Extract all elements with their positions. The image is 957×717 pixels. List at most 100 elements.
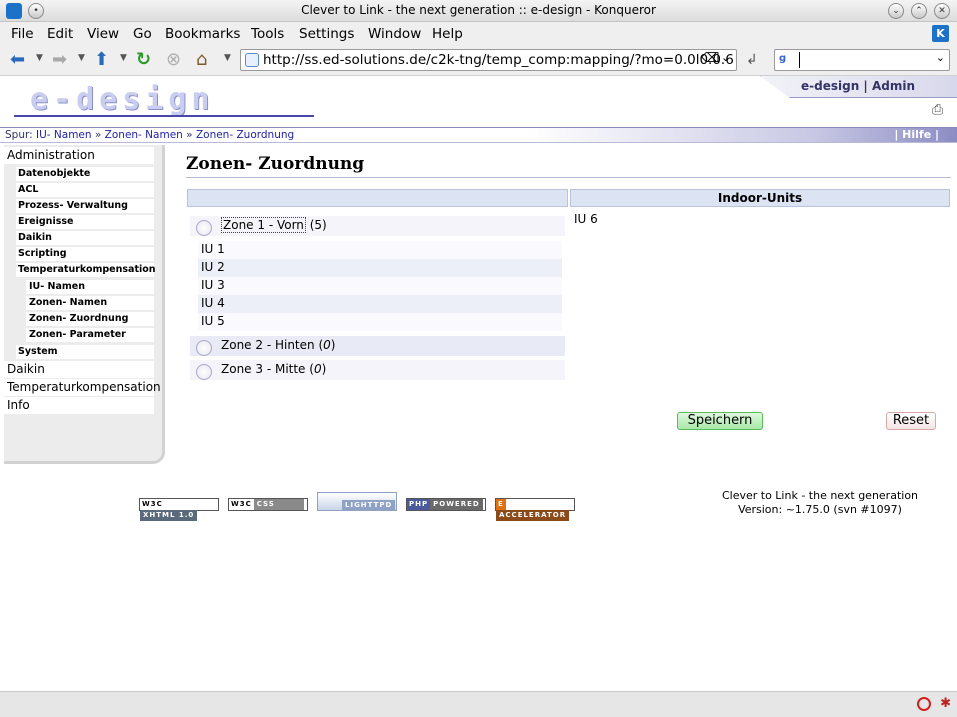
logo-underline [14,115,314,117]
sidebar-item-info[interactable]: Info [4,397,154,414]
sidebar-item-acl[interactable]: ACL [16,183,154,197]
menu-view[interactable]: View [87,26,119,42]
zones-column-header [187,189,568,207]
zone-label[interactable]: Zone 2 - Hinten [221,338,315,352]
sidebar-item-system[interactable]: System [16,345,154,359]
zone-row-1[interactable]: Zone 1 - Vorn (5) [190,216,565,236]
minimize-button[interactable]: ⌄ [888,3,904,19]
footer-version: Clever to Link - the next generation Ver… [700,489,940,517]
list-item[interactable]: IU 5 [198,313,562,331]
url-history-chevron-icon[interactable]: ⌄ [721,51,730,64]
zone-label[interactable]: Zone 1 - Vorn [221,217,306,233]
up-chevron-icon[interactable]: ▼ [120,53,127,63]
lighttpd-badge[interactable]: LIGHTTPD [317,492,397,511]
indoor-units-column-header: Indoor-Units [570,189,950,207]
unassigned-unit[interactable]: IU 6 [574,212,598,226]
google-search-icon[interactable]: g [779,53,793,67]
bug-icon[interactable]: ✱ [940,696,951,711]
sidebar-item-zonen-zuordnung[interactable]: Zonen- Zuordnung [26,312,154,326]
stop-icon[interactable]: ⊗ [166,49,181,71]
maximize-button[interactable]: ⌃ [911,3,927,19]
badge-left: W3C [229,499,254,510]
url-field[interactable]: http://ss.ed-solutions.de/c2k-tng/temp_c… [240,49,737,71]
breadcrumb-iu-namen[interactable]: IU- Namen [36,129,92,141]
site-header: e-design e-design | Admin ⎙ [0,76,957,126]
menubar: File Edit View Go Bookmarks Tools Settin… [0,22,957,45]
w3c-xhtml-badge[interactable]: W3CXHTML 1.0 [139,498,219,521]
w3c-css-badge[interactable]: W3C CSS [228,498,308,511]
back-history-chevron-icon[interactable]: ▼ [36,53,43,63]
sidebar-item-iu-namen[interactable]: IU- Namen [26,280,154,294]
admin-tab[interactable]: e-design | Admin [760,76,957,98]
save-button[interactable]: Speichern [677,412,763,430]
forward-history-chevron-icon[interactable]: ▼ [78,53,85,63]
search-engine-chevron-icon[interactable]: ⌄ [936,51,945,64]
sidebar-item-prozess-verwaltung[interactable]: Prozess- Verwaltung [16,199,154,213]
badge-right: POWERED [430,499,483,510]
clear-url-icon[interactable]: ⌫ [701,51,719,66]
reload-icon[interactable]: ↻ [136,49,151,71]
sidebar-item-daikin[interactable]: Daikin [4,361,154,378]
sidebar-item-daikin-sub[interactable]: Daikin [16,231,154,245]
sidebar-item-zonen-namen[interactable]: Zonen- Namen [26,296,154,310]
badge-right: LIGHTTPD [342,500,396,511]
list-item[interactable]: IU 4 [198,295,562,313]
breadcrumb-separator: » [186,129,193,141]
zones-list: Zone 1 - Vorn (5) IU 1 IU 2 IU 3 IU 4 IU… [187,209,568,384]
up-arrow-icon[interactable]: ⬆ [94,49,109,71]
list-item[interactable]: IU 2 [198,259,562,277]
menu-settings[interactable]: Settings [299,26,354,42]
sidebar-item-datenobjekte[interactable]: Datenobjekte [16,167,154,181]
clear-location-icon[interactable]: ↲ [746,49,758,71]
zone-radio[interactable] [196,364,212,380]
admin-tab-label: e-design | Admin [801,79,916,93]
close-button[interactable]: ✕ [934,3,950,19]
forward-arrow-icon[interactable]: ➡ [52,49,67,71]
badge-right: ACCELERATOR [496,510,570,521]
menu-tools[interactable]: Tools [251,26,284,42]
zone-row-2[interactable]: Zone 2 - Hinten (0) [190,336,565,356]
php-powered-badge[interactable]: PHP POWERED [406,498,486,511]
zone-radio[interactable] [196,220,212,236]
zone-label[interactable]: Zone 3 - Mitte [221,362,305,376]
web-search-field[interactable]: g ⌄ [774,49,950,71]
back-arrow-icon[interactable]: ⬅ [10,49,25,71]
home-chevron-icon[interactable]: ▼ [224,53,231,63]
page-title: Zonen- Zuordnung [186,154,365,174]
menu-edit[interactable]: Edit [47,26,73,42]
badge-right: CSS [253,499,304,510]
breadcrumb-prefix: Spur: [5,129,33,141]
zone-radio[interactable] [196,340,212,356]
sidebar-item-ereignisse[interactable]: Ereignisse [16,215,154,229]
sidebar-item-temperaturkompensation-sub[interactable]: Temperaturkompensation [16,263,156,277]
badge-right: XHTML 1.0 [140,510,198,521]
help-link[interactable]: | Hilfe | [894,128,939,141]
url-text[interactable]: http://ss.ed-solutions.de/c2k-tng/temp_c… [263,52,734,68]
menu-window[interactable]: Window [368,26,421,42]
breadcrumb-zonen-namen[interactable]: Zonen- Namen [105,129,183,141]
sidebar-item-administration[interactable]: Administration [4,147,154,164]
home-icon[interactable]: ⌂ [196,49,207,71]
menu-bookmarks[interactable]: Bookmarks [165,26,240,42]
site-logo[interactable]: e-design [30,82,215,117]
menu-file[interactable]: File [11,26,34,42]
badge-left: PHP [407,499,431,510]
zone-row-3[interactable]: Zone 3 - Mitte (0) [190,360,565,380]
status-bar: ✱ [0,691,957,717]
sidebar-item-zonen-parameter[interactable]: Zonen- Parameter [26,328,154,342]
list-item[interactable]: IU 3 [198,277,562,295]
eaccelerator-badge[interactable]: EACCELERATOR [495,498,575,521]
list-item[interactable]: IU 1 [198,241,562,259]
sidebar-item-scripting[interactable]: Scripting [16,247,154,261]
sidebar-item-temperaturkompensation[interactable]: Temperaturkompensation [4,379,161,396]
breadcrumb-zonen-zuordnung[interactable]: Zonen- Zuordnung [196,129,294,141]
menu-help[interactable]: Help [432,26,463,42]
text-cursor [799,52,800,68]
site-favicon-icon [245,53,259,67]
menu-go[interactable]: Go [133,26,152,42]
reset-button[interactable]: Reset [886,412,936,430]
printer-icon[interactable]: ⎙ [932,102,948,118]
blocked-popup-icon[interactable] [917,697,931,711]
footer-version-text: Version: ~1.75.0 (svn #1097) [738,503,902,516]
sidebar-nav: Administration Datenobjekte ACL Prozess-… [4,145,165,464]
